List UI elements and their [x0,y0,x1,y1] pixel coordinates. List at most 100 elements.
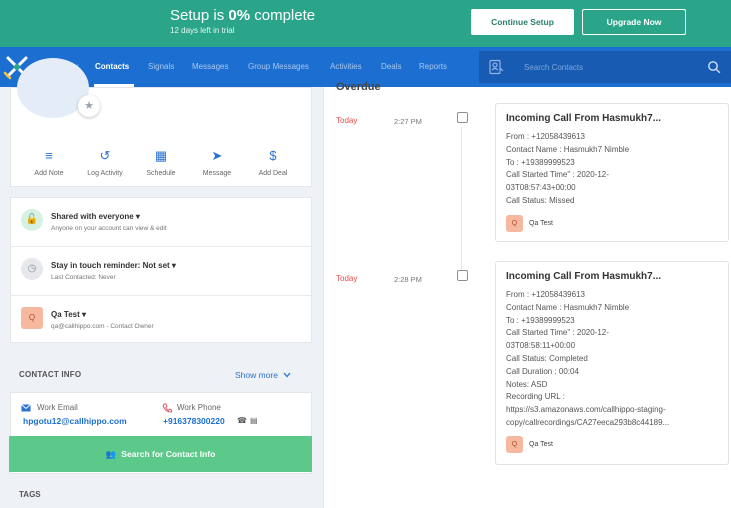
setup-prefix: Setup is [170,7,225,24]
call-2-card[interactable]: Incoming Call From Hasmukh7... From : +1… [495,261,729,465]
call-2-line: From : +12058439613 [506,290,585,299]
sharing-row[interactable]: 🔓 Shared with everyone ▾ Anyone on your … [11,198,311,247]
log-activity-label: Log Activity [87,170,123,177]
log-activity-button[interactable]: ↺ Log Activity [75,148,135,177]
owner-avatar: Q [21,307,43,329]
setup-suffix: complete [254,7,316,24]
call-2-line: 03T08:58:11+00:00 [506,341,576,351]
schedule-label: Schedule [146,170,176,177]
email-icon [21,404,31,412]
call-1-title: Incoming Call From Hasmukh7... [506,113,662,124]
call-1-line: Call Started Time" : 2020-12- [506,170,609,180]
activity-timeline: Overdue Today 2:27 PM Incoming Call From… [324,81,731,508]
add-deal-button[interactable]: $ Add Deal [243,148,303,177]
overdue-heading: Overdue [336,81,381,93]
last-contacted-text: Last Contacted: Never [51,274,116,281]
search-icon[interactable] [707,60,721,74]
call-2-line: Call Started Time" : 2020-12- [506,328,609,338]
phone-icon [162,403,172,413]
call-1-card[interactable]: Incoming Call From Hasmukh7... From : +1… [495,103,729,242]
call-2-details: From : +12058439613 Contact Name : Hasmu… [506,289,706,430]
timeline-line [461,127,462,277]
call-1-complete-checkbox[interactable] [457,112,468,123]
sharing-title[interactable]: Shared with everyone ▾ [51,212,140,221]
setup-banner: Setup is 0% complete 12 days left in tri… [0,0,731,47]
clock-icon: ◷ [21,258,43,280]
contact-info-heading: CONTACT INFO [19,370,82,379]
message-button[interactable]: ➤ Message [187,148,247,177]
add-note-label: Add Note [34,170,64,177]
show-more-label: Show more [235,370,278,380]
contact-card-icon [489,59,504,75]
recording-url-link[interactable]: copy/callrecordings/CA27eeca293b8c44189.… [506,417,706,430]
recording-url-link[interactable]: https://s3.amazonaws.com/callhippo-stagi… [506,404,706,417]
call-1-line: To : +19389999523 [506,157,575,167]
nav-activities[interactable]: Activities [330,62,362,71]
call-phone-icon[interactable]: ☎ [237,416,247,425]
unlock-icon: 🔓 [21,209,43,231]
history-icon: ↺ [99,148,111,163]
call-2-title: Incoming Call From Hasmukh7... [506,271,662,282]
work-email-label: Work Email [37,403,78,412]
nav-contacts[interactable]: Contacts [95,62,129,71]
nav-messages[interactable]: Messages [192,62,228,71]
setup-progress-title: Setup is 0% complete [170,7,315,24]
work-phone-label: Work Phone [177,403,221,412]
owner-description: qa@callhippo.com - Contact Owner [51,323,154,330]
call-2-line: Recording URL : [506,392,565,402]
sms-icon[interactable]: ▤ [250,416,258,425]
trial-days-text: 12 days left in trial [170,26,235,35]
schedule-button[interactable]: ▦ Schedule [131,148,191,177]
people-icon: 👥 [105,449,117,459]
call-1-line: Contact Name : Hasmukh7 Nimble [506,144,630,154]
search-bar [479,51,731,83]
call-1-line: Call Status: Missed [506,195,575,205]
nav-group-messages[interactable]: Group Messages [248,62,309,71]
contact-sidebar: ★ ≡ Add Note ↺ Log Activity ▦ Schedule ➤… [0,58,323,508]
call-2-time: 2:28 PM [394,275,422,284]
call-2-line: Contact Name : Hasmukh7 Nimble [506,302,630,312]
call-2-line: Call Duration : 00:04 [506,366,579,376]
add-deal-label: Add Deal [258,170,288,177]
nav-deals[interactable]: Deals [381,62,401,71]
call-1-owner-name: Qa Test [529,220,553,227]
work-phone-link[interactable]: +916378300220 [163,416,225,426]
setup-percent: 0% [228,7,251,24]
search-contact-info-label: Search for Contact Info [121,449,216,459]
call-1-day: Today [336,116,358,125]
continue-setup-button[interactable]: Continue Setup [471,9,574,35]
call-2-day: Today [336,274,358,283]
add-note-button[interactable]: ≡ Add Note [19,148,79,177]
search-contacts-input[interactable] [524,59,694,75]
call-1-details: From : +12058439613 Contact Name : Hasmu… [506,131,706,208]
call-2-line: To : +19389999523 [506,315,575,325]
call-1-owner-avatar: Q [506,215,523,232]
reminder-row[interactable]: ◷ Stay in touch reminder: Not set ▾ Last… [11,247,311,296]
call-2-line: Call Status: Completed [506,353,588,363]
sharing-description: Anyone on your account can view & edit [51,225,167,232]
call-2-complete-checkbox[interactable] [457,270,468,281]
search-contact-info-button[interactable]: 👥 Search for Contact Info [9,436,312,472]
tags-heading: TAGS [19,490,41,499]
owner-row[interactable]: Q Qa Test ▾ qa@callhippo.com - Contact O… [11,296,311,345]
call-2-owner-avatar: Q [506,436,523,453]
show-more-link[interactable]: Show more [235,370,291,380]
contact-settings-card: 🔓 Shared with everyone ▾ Anyone on your … [10,197,312,343]
nav-reports[interactable]: Reports [419,62,447,71]
work-email-link[interactable]: hpgotu12@callhippo.com [23,416,127,426]
chevron-down-icon [283,372,291,378]
call-2-line: Notes: ASD [506,379,548,389]
reminder-title[interactable]: Stay in touch reminder: Not set ▾ [51,261,176,270]
upgrade-now-button[interactable]: Upgrade Now [582,9,686,35]
nav-signals[interactable]: Signals [148,62,174,71]
owner-title[interactable]: Qa Test ▾ [51,310,86,319]
dollar-icon: $ [269,148,277,163]
call-1-time: 2:27 PM [394,117,422,126]
call-1-line: 03T08:57:43+00:00 [506,183,576,193]
favorite-star-icon[interactable]: ★ [78,95,100,117]
message-label: Message [202,170,232,177]
send-icon: ➤ [211,148,223,163]
call-1-line: From : +12058439613 [506,132,585,141]
call-2-owner-name: Qa Test [529,441,553,448]
calendar-icon: ▦ [154,148,168,163]
